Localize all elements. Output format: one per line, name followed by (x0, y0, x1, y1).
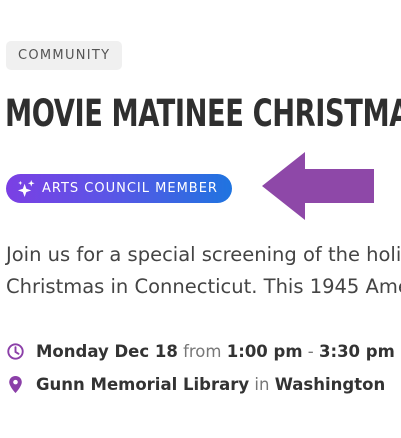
time-dash: - (307, 341, 314, 361)
event-location-row: Gunn Memorial Library in Washington (6, 371, 385, 397)
end-time: 3:30 pm (319, 341, 395, 361)
in-word: in (254, 374, 270, 394)
description-line-1: Join us for a special screening of the h… (6, 243, 401, 266)
start-time: 1:00 pm (226, 341, 303, 361)
map-pin-icon (9, 375, 22, 393)
arrow-left-icon (262, 152, 374, 220)
from-word: from (183, 341, 222, 361)
description-line-2: Christmas in Connecticut. This 1945 Ame (6, 275, 401, 298)
event-detail-page: COMMUNITY MOVIE MATINEE CHRISTMAS IN ART… (0, 0, 401, 438)
event-description: Join us for a special screening of the h… (6, 239, 401, 303)
clock-icon (7, 342, 24, 360)
arts-council-member-badge[interactable]: ARTS COUNCIL MEMBER (6, 174, 232, 203)
event-day: Monday Dec 18 (36, 341, 178, 361)
sparkle-icon (17, 179, 35, 198)
venue-link[interactable]: Gunn Memorial Library (36, 375, 249, 394)
event-title: MOVIE MATINEE CHRISTMAS IN (5, 92, 401, 135)
category-tag[interactable]: COMMUNITY (6, 41, 123, 70)
town-link[interactable]: Washington (275, 375, 386, 394)
badge-label: ARTS COUNCIL MEMBER (42, 181, 218, 196)
event-date-row: Monday Dec 18 from 1:00 pm - 3:30 pm (6, 338, 395, 364)
